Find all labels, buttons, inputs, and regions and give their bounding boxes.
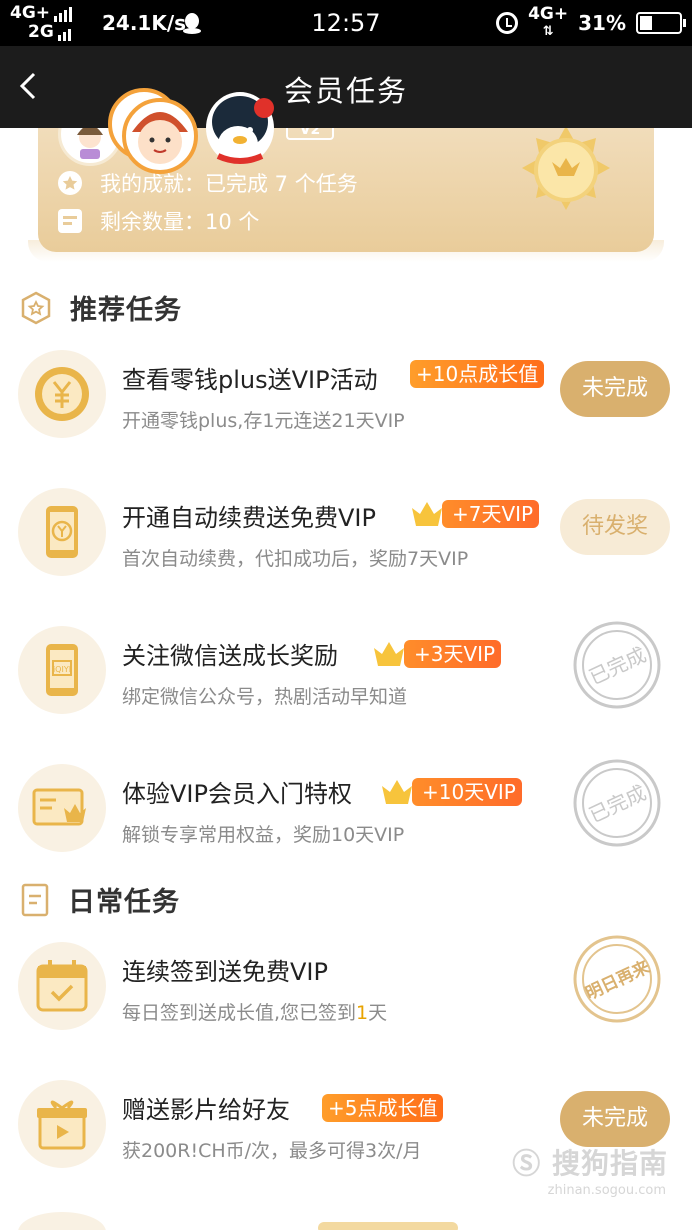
iqiyi-phone-icon: iQIYI	[18, 626, 106, 714]
task-title: 体验VIP会员入门特权	[122, 780, 352, 808]
svg-text:已完成: 已完成	[585, 780, 650, 827]
ticket-crown-icon	[18, 764, 106, 852]
hexagon-star-icon	[21, 291, 51, 324]
task-description: 每日签到送成长值,您已签到1天	[122, 1002, 388, 1024]
task-row-lingqian[interactable]: 查看零钱plus送VIP活动 +10点成长值 开通零钱plus,存1元连送21天…	[0, 340, 692, 450]
reward-badge: +3天VIP	[374, 640, 502, 668]
section-recommended: 推荐任务	[20, 288, 182, 327]
network-type-right: 4G+ ⇅	[528, 4, 569, 40]
watermark: Ⓢ 搜狗指南	[512, 1147, 668, 1180]
incomplete-button[interactable]: 未完成	[560, 361, 670, 417]
status-right: 4G+ ⇅ 31%	[496, 4, 686, 40]
alarm-icon	[496, 12, 519, 34]
status-bar: 4G+ 2G 24.1K/s 12:57 4G+ ⇅ 31%	[0, 0, 692, 46]
completed-stamp: 已完成	[572, 620, 662, 710]
reward-badge: +10点成长值	[410, 360, 545, 388]
document-icon	[21, 883, 49, 916]
section-title: 日常任务	[68, 887, 180, 918]
task-row-vip-experience[interactable]: 体验VIP会员入门特权 +10天VIP 解锁专享常用权益，奖励10天VIP 已完…	[0, 754, 692, 864]
gift-video-icon	[18, 1080, 106, 1168]
pending-reward-button[interactable]: 待发奖	[560, 499, 670, 555]
completed-stamp: 已完成	[572, 758, 662, 848]
task-title: 查看零钱plus送VIP活动	[122, 366, 378, 394]
task-description: 绑定微信公众号，热剧活动早知道	[122, 686, 408, 708]
reward-badge: +5点成长值	[322, 1094, 444, 1122]
svg-text:iQIYI: iQIYI	[53, 665, 71, 674]
task-row-auto-renew[interactable]: 开通自动续费送免费VIP +7天VIP 首次自动续费，代扣成功后，奖励7天VIP…	[0, 478, 692, 588]
crown-icon	[412, 502, 442, 526]
crown-medal-icon	[522, 126, 610, 210]
svg-text:已完成: 已完成	[585, 642, 650, 689]
remaining-row: 剩余数量：10 个	[58, 206, 259, 236]
reward-badge: +7天VIP	[412, 500, 540, 528]
phone-yuan-icon	[18, 488, 106, 576]
task-title: 开通自动续费送免费VIP	[122, 504, 376, 532]
svg-text:明日再来: 明日再来	[582, 956, 653, 1004]
next-badge-peek	[318, 1222, 458, 1230]
crown-icon	[374, 642, 404, 666]
incomplete-button[interactable]: 未完成	[560, 1091, 670, 1147]
battery-icon	[636, 12, 686, 34]
calendar-check-icon	[18, 942, 106, 1030]
task-title: 关注微信送成长奖励	[122, 642, 338, 670]
section-daily: 日常任务	[20, 880, 180, 919]
yuan-coin-icon	[18, 350, 106, 438]
task-title: 赠送影片给好友	[122, 1096, 290, 1124]
crown-icon	[382, 780, 412, 804]
task-row-wechat[interactable]: iQIYI 关注微信送成长奖励 +3天VIP 绑定微信公众号，热剧活动早知道 已…	[0, 616, 692, 726]
task-row-checkin[interactable]: 连续签到送免费VIP 每日签到送成长值,您已签到1天 明日再来	[0, 932, 692, 1042]
task-description: 解锁专享常用权益，奖励10天VIP	[122, 824, 405, 846]
remaining-text: 剩余数量：10 个	[100, 210, 260, 234]
decorative-stickers	[108, 88, 274, 174]
next-task-icon-peek	[18, 1212, 106, 1230]
star-icon	[58, 171, 82, 195]
nav-bar: 会员任务	[0, 46, 692, 128]
tomorrow-stamp: 明日再来	[572, 934, 662, 1024]
task-description: 开通零钱plus,存1元连送21天VIP	[122, 410, 405, 432]
section-title: 推荐任务	[70, 295, 182, 326]
task-title: 连续签到送免费VIP	[122, 958, 328, 986]
watermark-url: zhinan.sogou.com	[547, 1183, 666, 1198]
list-icon	[58, 209, 82, 233]
battery-percent: 31%	[578, 11, 626, 35]
task-description: 首次自动续费，代扣成功后，奖励7天VIP	[122, 548, 469, 570]
page-title: 会员任务	[283, 74, 408, 108]
task-description: 获200R!CH币/次，最多可得3次/月	[122, 1140, 422, 1162]
reward-badge: +10天VIP	[382, 778, 522, 806]
